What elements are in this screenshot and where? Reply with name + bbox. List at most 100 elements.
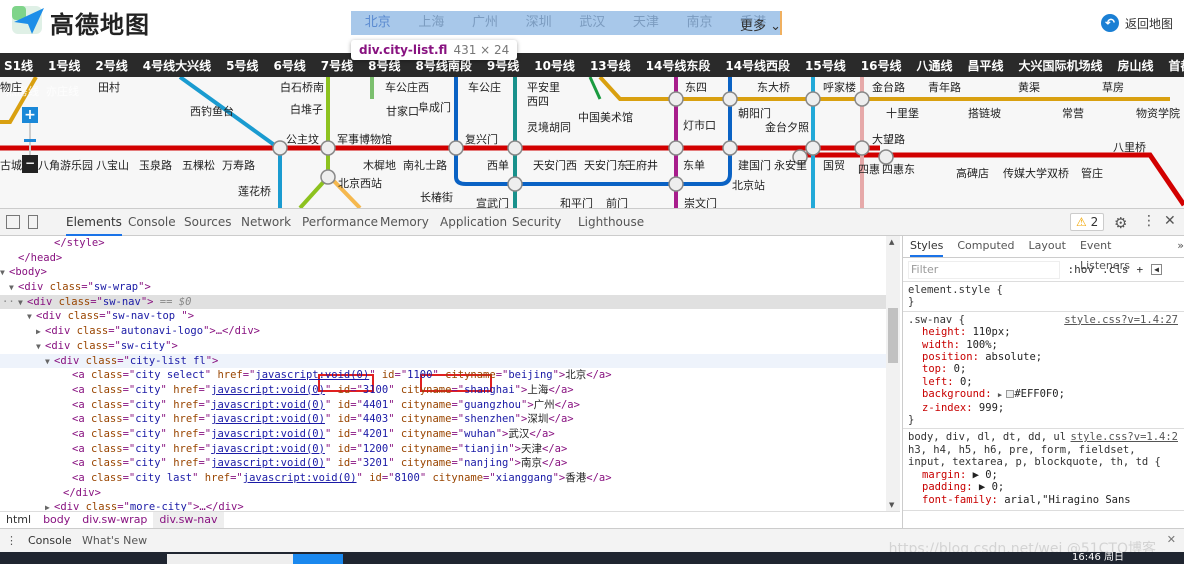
expand-toggle-icon[interactable]: ▼ xyxy=(18,296,27,311)
station-label[interactable]: 常营 xyxy=(1062,105,1084,121)
station-label[interactable]: 金台夕照 xyxy=(765,119,809,135)
subway-line-link[interactable]: 首都机场线 xyxy=(1169,57,1184,74)
station-label[interactable]: 万寿路 xyxy=(222,157,255,173)
station-label[interactable]: 车公庄西 xyxy=(385,79,429,95)
dom-node-line[interactable]: <a class="city last" href="javascript:vo… xyxy=(0,471,886,486)
station-label[interactable]: 前门 xyxy=(606,195,628,208)
dom-node-line[interactable]: ▼ <div class="city-list fl"> xyxy=(0,353,886,370)
station-label[interactable]: 王府井 xyxy=(625,157,658,173)
subway-line-link[interactable]: 7号线 xyxy=(321,57,353,74)
devtools-tab-sources[interactable]: Sources xyxy=(184,209,231,236)
cls-toggle[interactable]: .cls xyxy=(1102,263,1129,276)
station-label[interactable]: 西单 xyxy=(487,157,509,173)
station-label[interactable]: 北京站 xyxy=(732,177,765,193)
devtools-tab-console[interactable]: Console xyxy=(128,209,176,236)
taskbar-search[interactable] xyxy=(167,554,293,564)
station-label[interactable]: 传媒大学 xyxy=(1003,165,1047,181)
more-options-icon[interactable]: ⋮ xyxy=(1142,213,1156,229)
station-label[interactable]: 和平门 xyxy=(560,195,593,208)
css-property[interactable]: width: 100%; xyxy=(908,339,1179,351)
devtools-tab-lighthouse[interactable]: Lighthouse xyxy=(578,209,644,236)
station-label[interactable]: 木樨地 xyxy=(363,157,396,173)
station-label[interactable]: 玉泉路 xyxy=(139,157,172,173)
css-property[interactable]: font-family: arial,"Hiragino Sans xyxy=(908,494,1179,506)
breadcrumb-item[interactable]: div.sw-wrap xyxy=(76,512,153,528)
subway-line-link[interactable]: 1号线 xyxy=(48,57,80,74)
devtools-tab-elements[interactable]: Elements xyxy=(66,209,122,236)
city-link[interactable]: 深圳 xyxy=(512,11,566,35)
hov-toggle[interactable]: :hov xyxy=(1068,263,1095,276)
city-link[interactable]: 天津 xyxy=(619,11,673,35)
station-label[interactable]: 青年路 xyxy=(928,79,961,95)
city-link[interactable]: 上海 xyxy=(405,11,459,35)
styles-tab[interactable]: Computed xyxy=(957,236,1014,257)
station-label[interactable]: 高碑店 xyxy=(956,165,989,181)
dom-node-line[interactable]: ▶ <div class="more-city">…</div> xyxy=(0,500,886,511)
station-label[interactable]: 西钓鱼台 xyxy=(190,103,234,119)
subway-line-link[interactable]: S1线 xyxy=(4,57,33,74)
station-label[interactable]: 白堆子 xyxy=(290,101,323,117)
station-label[interactable]: 物资学院 xyxy=(1136,105,1180,121)
station-label[interactable]: 东四 xyxy=(685,79,707,95)
station-label[interactable]: 八宝山 xyxy=(96,157,129,173)
city-link[interactable]: 北京 xyxy=(351,11,405,35)
station-label[interactable]: 阜成门 xyxy=(418,99,451,115)
drawer-tab-whats-new[interactable]: What's New xyxy=(82,529,147,553)
device-toggle-icon[interactable] xyxy=(28,215,38,229)
css-property[interactable]: z-index: 999; xyxy=(908,402,1179,414)
css-property[interactable]: left: 0; xyxy=(908,376,1179,388)
devtools-tab-network[interactable]: Network xyxy=(241,209,291,236)
station-label[interactable]: 搭链坡 xyxy=(968,105,1001,121)
devtools-tab-memory[interactable]: Memory xyxy=(380,209,429,236)
taskbar-app-button[interactable] xyxy=(293,554,343,564)
expand-toggle-icon[interactable]: ▼ xyxy=(0,266,9,281)
css-property[interactable]: padding: ▶ 0; xyxy=(908,481,1179,493)
station-label[interactable]: 永安里 xyxy=(774,157,807,173)
expand-toggle-icon[interactable]: ▼ xyxy=(45,355,54,370)
station-label[interactable]: 南礼士路 xyxy=(403,157,447,173)
rule-source-link[interactable]: style.css?v=1.4:27 xyxy=(1064,314,1178,326)
station-label[interactable]: 呼家楼 xyxy=(823,79,856,95)
styles-filter-input[interactable]: Filter xyxy=(908,260,1060,279)
css-property[interactable]: position: absolute; xyxy=(908,351,1179,363)
expand-toggle-icon[interactable]: ▶ xyxy=(45,501,54,511)
rule-source-link[interactable]: style.css?v=1.4:2 xyxy=(1066,431,1178,444)
subway-line-link[interactable]: 10号线 xyxy=(534,57,575,74)
devtools-tab-application[interactable]: Application xyxy=(440,209,507,236)
dom-node-line[interactable]: <a class="city" href="javascript:void(0)… xyxy=(0,442,886,457)
station-label[interactable]: 四惠 xyxy=(858,161,880,177)
station-label[interactable]: 大望路 xyxy=(872,131,905,147)
zoom-in-button[interactable]: + xyxy=(22,107,38,123)
subway-line-link[interactable]: 5号线 xyxy=(226,57,258,74)
breadcrumb-item[interactable]: html xyxy=(0,512,37,528)
expand-toggle-icon[interactable]: ▶ xyxy=(36,325,45,340)
back-to-map-button[interactable]: ↶ 返回地图 xyxy=(1101,14,1173,32)
station-label[interactable]: 宣武门 xyxy=(476,195,509,208)
inspect-element-icon[interactable] xyxy=(6,215,20,229)
subway-line-link[interactable]: 16号线 xyxy=(861,57,902,74)
scroll-up-icon[interactable]: ▲ xyxy=(889,238,894,246)
new-rule-button[interactable]: + xyxy=(1137,263,1144,276)
dom-node-line[interactable]: ▼ <div class="sw-city"> xyxy=(0,339,886,354)
expand-toggle-icon[interactable]: ▼ xyxy=(27,310,36,325)
toggle-sidebar-icon[interactable]: ◀ xyxy=(1151,264,1162,275)
station-label[interactable]: 四惠东 xyxy=(882,161,915,177)
station-label[interactable]: 公主坟 xyxy=(286,131,319,147)
subway-line-link[interactable]: 15号线 xyxy=(805,57,846,74)
dom-node-line[interactable]: </div> xyxy=(0,486,886,501)
subway-line-link[interactable]: 2号线 xyxy=(95,57,127,74)
station-label[interactable]: 车公庄 xyxy=(468,79,501,95)
station-label[interactable]: 田村 xyxy=(98,79,120,95)
station-label[interactable]: 八里桥 xyxy=(1113,139,1146,155)
subway-map[interactable]: 燕房线 亦庄线 + − 物庄 田村 白石桥南 车公庄西 车公庄 平安里 西钓鱼台 白堆子 甘家口… xyxy=(0,77,1184,208)
scroll-down-icon[interactable]: ▼ xyxy=(889,501,894,509)
amap-logo-icon[interactable] xyxy=(10,4,46,36)
css-property[interactable]: background: ▶ #EFF0F0; xyxy=(908,388,1179,401)
close-drawer-icon[interactable]: ✕ xyxy=(1167,533,1176,546)
dom-node-line[interactable]: ▼ <body> xyxy=(0,265,886,280)
station-label[interactable]: 长椿街 xyxy=(420,189,453,205)
settings-gear-icon[interactable]: ⚙ xyxy=(1114,214,1127,232)
dom-node-line[interactable]: <a class="city select" href="javascript:… xyxy=(0,368,886,383)
subway-line-link[interactable]: 八通线 xyxy=(916,57,952,74)
dom-node-line[interactable]: <a class="city" href="javascript:void(0)… xyxy=(0,398,886,413)
